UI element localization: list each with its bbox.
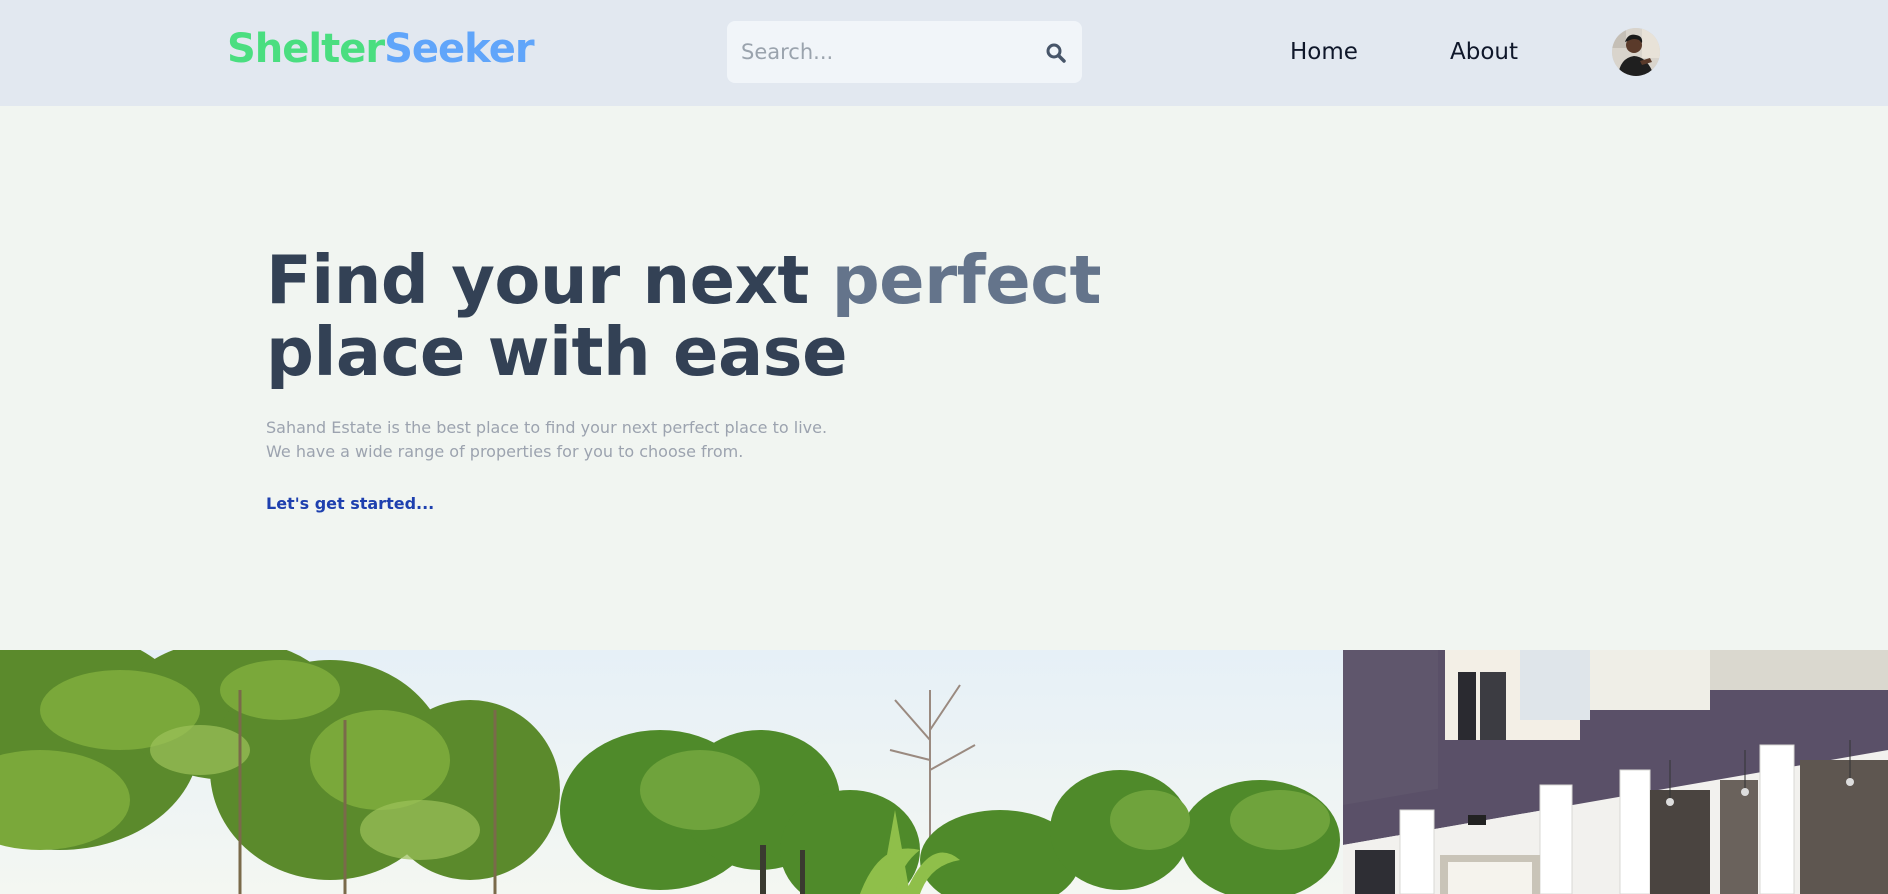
get-started-link[interactable]: Let's get started... — [266, 492, 434, 516]
search-form — [727, 21, 1082, 83]
hero-description-line1: Sahand Estate is the best place to find … — [266, 418, 828, 437]
hero-title-start: Find your next — [266, 241, 832, 319]
nav-about-link[interactable]: About — [1450, 36, 1518, 68]
hero-description: Sahand Estate is the best place to find … — [266, 416, 966, 464]
search-input[interactable] — [741, 21, 1031, 83]
site-header: ShelterSeeker Home About — [0, 0, 1888, 106]
site-logo[interactable]: ShelterSeeker — [227, 24, 535, 74]
hero-title-accent: perfect — [831, 241, 1102, 319]
logo-seeker: Seeker — [384, 26, 534, 72]
hero-description-line2: We have a wide range of properties for y… — [266, 442, 744, 461]
nav-home-link[interactable]: Home — [1290, 36, 1358, 68]
search-icon[interactable] — [1045, 42, 1067, 64]
logo-shelter: Shelter — [227, 26, 385, 72]
hero-house-image — [0, 650, 1888, 894]
hero-title-line2: place with ease — [266, 313, 848, 391]
user-avatar[interactable] — [1612, 28, 1660, 76]
hero-title: Find your next perfect place with ease — [266, 244, 1166, 388]
